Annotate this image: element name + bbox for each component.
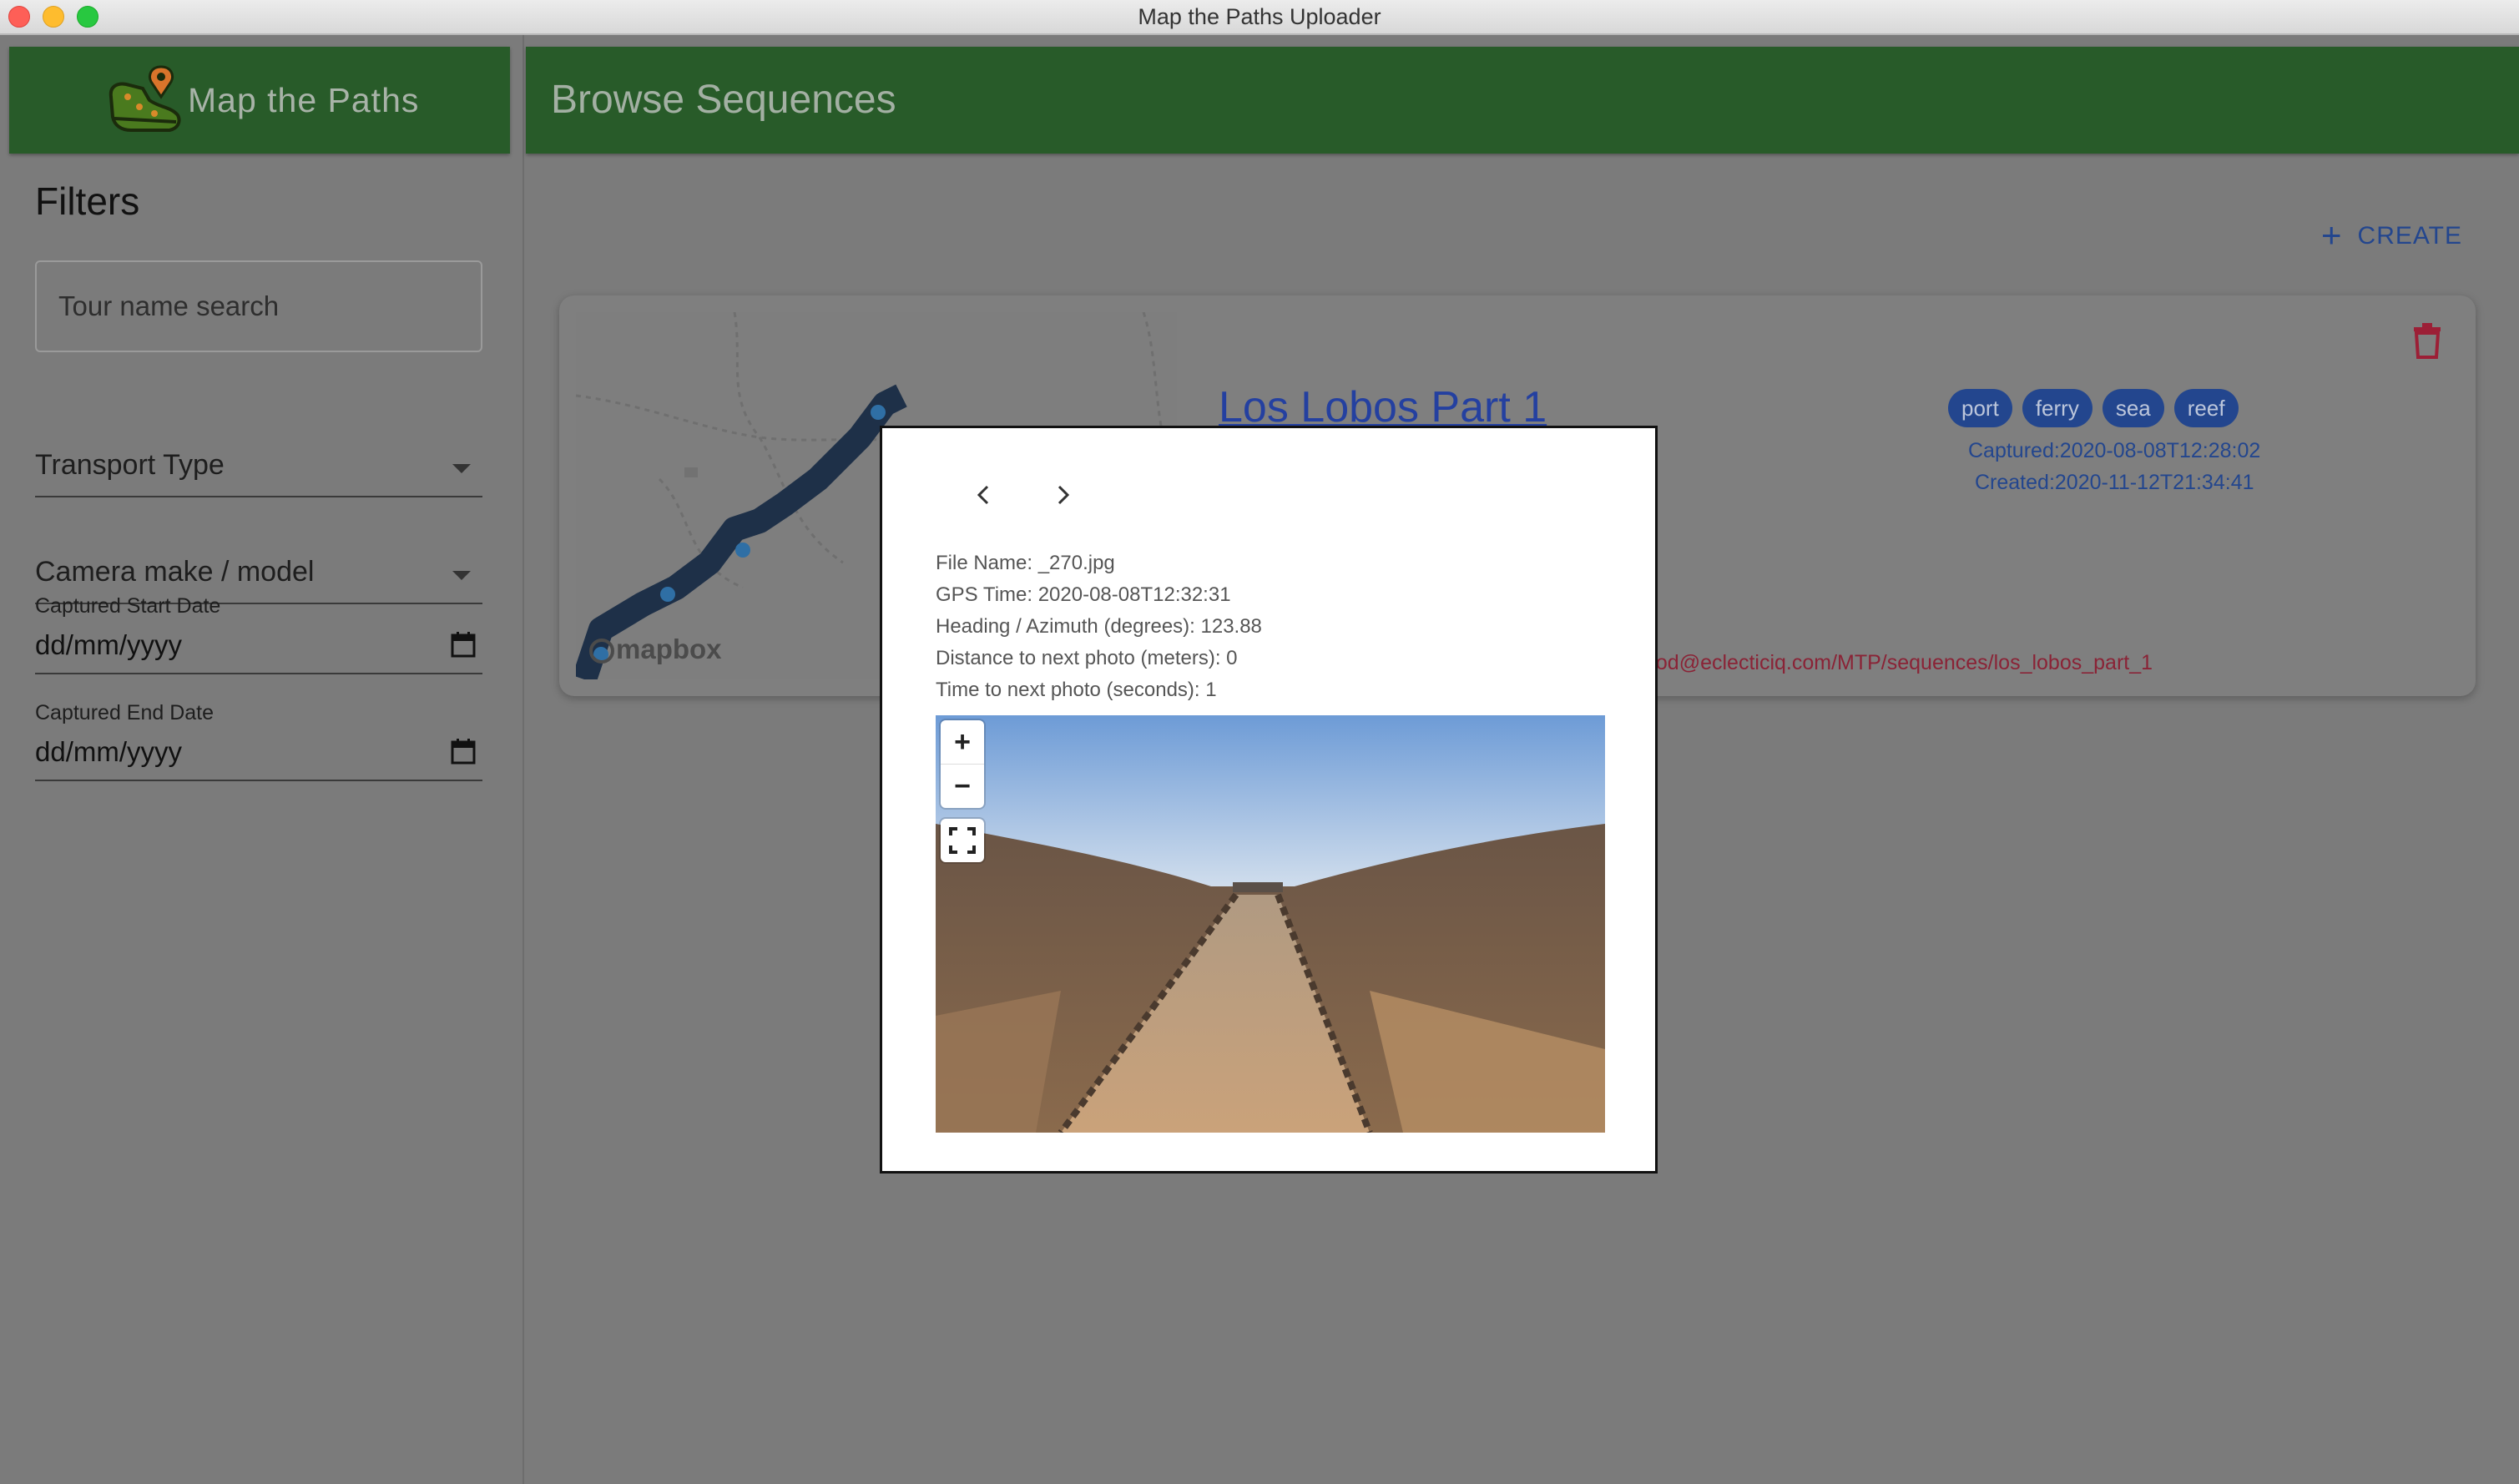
start-date-value: dd/mm/yyyy: [35, 629, 183, 660]
create-button[interactable]: + CREATE: [2321, 210, 2462, 260]
sequence-link[interactable]: ood@eclecticiq.com/MTP/sequences/los_lob…: [1644, 651, 2153, 675]
app-bar: Browse Sequences: [526, 47, 2519, 154]
zoom-out-button[interactable]: −: [941, 764, 984, 808]
zoom-controls: + −: [941, 720, 984, 808]
photo-heading: Heading / Azimuth (degrees): 123.88: [936, 615, 1262, 638]
fullscreen-icon: [949, 827, 976, 854]
zoom-in-button[interactable]: +: [941, 720, 984, 764]
end-date-value: dd/mm/yyyy: [35, 736, 183, 767]
previous-photo-button[interactable]: [967, 478, 1001, 512]
panorama-viewer[interactable]: + −: [936, 715, 1605, 1133]
filters-title: Filters: [35, 179, 140, 223]
transport-type-select[interactable]: Transport Type: [35, 444, 482, 497]
start-date-label: Captured Start Date: [35, 594, 221, 618]
photo-time-next: Time to next photo (seconds): 1: [936, 679, 1217, 701]
brand-name: Map the Paths: [188, 81, 420, 119]
chevron-down-icon: [452, 464, 471, 473]
tag-list: port ferry sea reef: [1948, 389, 2249, 427]
created-date: Created:2020-11-12T21:34:41: [1975, 471, 2254, 494]
calendar-icon[interactable]: [451, 738, 476, 765]
page-title: Browse Sequences: [551, 78, 896, 122]
fullscreen-button[interactable]: [941, 819, 984, 862]
camera-model-label: Camera make / model: [35, 556, 315, 588]
window-title: Map the Paths Uploader: [1138, 4, 1381, 29]
end-date-input[interactable]: dd/mm/yyyy: [35, 731, 482, 781]
start-date-input[interactable]: dd/mm/yyyy: [35, 624, 482, 674]
mapbox-attribution: mapbox: [589, 633, 722, 666]
trash-icon[interactable]: [2410, 322, 2444, 359]
mapbox-label: mapbox: [616, 633, 722, 664]
boot-logo-icon: [109, 65, 181, 132]
chevron-down-icon: [452, 571, 471, 580]
end-date-label: Captured End Date: [35, 701, 215, 724]
photo-gps-time: GPS Time: 2020-08-08T12:32:31: [936, 583, 1231, 606]
mapbox-logo-icon: [589, 639, 614, 664]
calendar-icon[interactable]: [451, 631, 476, 658]
chevron-right-icon: [1058, 485, 1070, 505]
tour-name-search-field: [35, 260, 482, 352]
plus-icon: +: [2321, 215, 2343, 255]
sidebar: Map the Paths Filters Transport Type Cam…: [0, 35, 524, 1484]
tag-chip[interactable]: reef: [2173, 389, 2239, 427]
tag-chip[interactable]: port: [1948, 389, 2012, 427]
chevron-left-icon: [977, 485, 989, 505]
photo-file-name: File Name: _270.jpg: [936, 552, 1115, 574]
transport-type-label: Transport Type: [35, 449, 225, 481]
captured-date: Captured:2020-08-08T12:28:02: [1968, 439, 2261, 462]
photo-distance: Distance to next photo (meters): 0: [936, 647, 1238, 669]
brand-header[interactable]: Map the Paths: [9, 47, 510, 154]
sequence-title[interactable]: Los Lobos Part 1: [1219, 382, 1547, 432]
tour-name-search-input[interactable]: [37, 262, 481, 351]
panorama-image: [936, 715, 1605, 1133]
create-button-label: CREATE: [2357, 222, 2462, 250]
next-photo-button[interactable]: [1046, 478, 1079, 512]
tag-chip[interactable]: ferry: [2022, 389, 2092, 427]
tag-chip[interactable]: sea: [2102, 389, 2164, 427]
photo-viewer-modal: File Name: _270.jpg GPS Time: 2020-08-08…: [880, 426, 1658, 1174]
window-titlebar: Map the Paths Uploader: [0, 0, 2519, 35]
